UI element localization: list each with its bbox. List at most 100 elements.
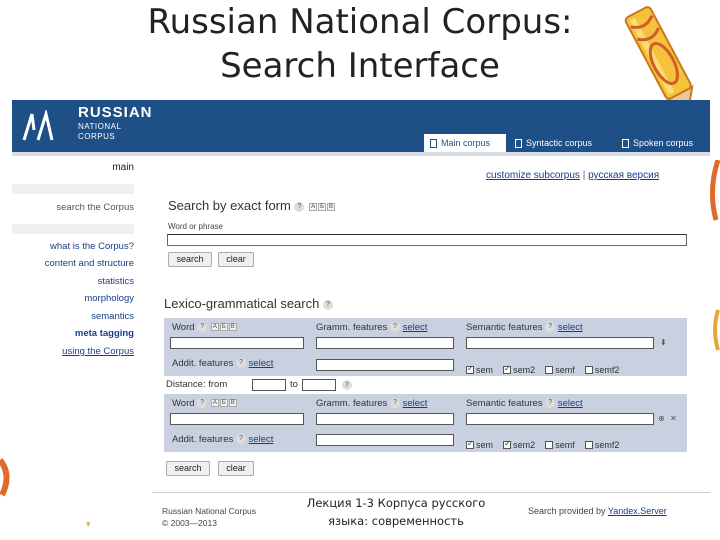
keyboard-key[interactable]: В	[228, 399, 237, 408]
sidebar-item-statistics[interactable]: statistics	[12, 276, 134, 287]
checkbox-sem[interactable]	[466, 364, 474, 374]
gramm-features-input[interactable]	[316, 413, 454, 425]
down-arrow-icon[interactable]: ⬇	[660, 338, 667, 347]
semantic-features-input[interactable]	[466, 413, 654, 425]
distance-to-input[interactable]	[302, 379, 336, 391]
tab-label: Main corpus	[441, 138, 491, 148]
remove-icon[interactable]: ✕	[670, 414, 677, 423]
lecture-caption-line1: Лекция 1-3 Корпуса русского	[306, 496, 486, 510]
tab-syntactic-corpus[interactable]: Syntactic corpus	[509, 134, 614, 152]
footer-divider	[152, 492, 710, 493]
help-icon[interactable]: ?	[235, 434, 246, 445]
pencil-decoration-icon	[624, 6, 694, 109]
checkbox-semf2[interactable]	[584, 365, 593, 374]
word-input[interactable]	[170, 337, 304, 349]
help-icon[interactable]: ?	[235, 358, 246, 369]
gramm-features-label: Gramm. features ? select	[316, 398, 428, 409]
footer-name: Russian National Corpus	[162, 506, 257, 516]
help-icon[interactable]: ?	[389, 398, 400, 409]
sidebar-item-semantics[interactable]: semantics	[12, 311, 134, 322]
keyboard-key[interactable]: В	[228, 323, 237, 332]
tab-spoken-corpus[interactable]: Spoken corpus	[616, 134, 710, 152]
customize-subcorpus-link[interactable]: customize subcorpus	[486, 170, 580, 181]
help-icon[interactable]: ?	[197, 398, 208, 409]
yandex-server-link[interactable]: Yandex.Server	[608, 506, 667, 516]
word-label: Word ? АБВ	[172, 398, 237, 409]
sidebar-divider	[12, 224, 134, 234]
checkbox-sem2[interactable]	[503, 439, 512, 449]
sidebar-item-meta-tagging[interactable]: meta tagging	[12, 328, 134, 339]
addit-features-input[interactable]	[316, 359, 454, 371]
word-label: Word ? АБВ	[172, 322, 237, 333]
gramm-select-link[interactable]: select	[403, 398, 428, 409]
exact-search-heading: Search by exact form ? АБВ	[168, 198, 336, 213]
bullet-icon: ▾	[86, 520, 91, 530]
sidebar-item-morphology[interactable]: morphology	[12, 293, 134, 304]
checkbox-semf[interactable]	[545, 365, 554, 374]
exact-search-button[interactable]: search	[168, 252, 212, 267]
gramm-select-link[interactable]: select	[403, 322, 428, 333]
footer-search-provider: Search provided by Yandex.Server	[528, 506, 667, 516]
document-icon	[622, 138, 629, 148]
sidebar-item-content[interactable]: content and structure	[12, 258, 134, 269]
lecture-caption-line2: языка: современность	[328, 514, 464, 528]
gramm-features-label: Gramm. features ? select	[316, 322, 428, 333]
help-icon[interactable]: ?	[197, 322, 208, 333]
keyboard-key[interactable]: А	[309, 202, 318, 211]
link-separator: |	[582, 170, 586, 181]
checkbox-sem2[interactable]	[503, 364, 512, 374]
help-icon[interactable]: ?	[389, 322, 400, 333]
exact-clear-button[interactable]: clear	[218, 252, 254, 267]
semantic-select-link[interactable]: select	[558, 398, 583, 409]
document-icon	[430, 138, 437, 148]
lexgram-addit1-block: Addit. features ? select sem sem2 semf s…	[164, 356, 687, 376]
checkbox-semf[interactable]	[545, 440, 554, 449]
word-or-phrase-input[interactable]	[167, 234, 687, 246]
tab-label: Spoken corpus	[633, 138, 694, 148]
brand-line2: NATIONAL	[78, 122, 122, 131]
semantic-select-link[interactable]: select	[558, 322, 583, 333]
distance-from-input[interactable]	[252, 379, 286, 391]
keyboard-key[interactable]: Б	[219, 323, 228, 332]
addit-features-input[interactable]	[316, 434, 454, 446]
sidebar-item-what-is[interactable]: what is the Corpus?	[12, 241, 134, 252]
tab-main-corpus[interactable]: Main corpus	[424, 134, 506, 152]
word-input[interactable]	[170, 413, 304, 425]
keyboard-key[interactable]: В	[327, 202, 336, 211]
addit-select-link[interactable]: select	[249, 358, 274, 369]
addit-select-link[interactable]: select	[249, 434, 274, 445]
distance-row: Distance: from to ?	[164, 376, 687, 394]
checkbox-sem[interactable]	[466, 439, 474, 449]
addit-features-label: Addit. features ? select	[172, 434, 274, 445]
checkbox-semf2[interactable]	[584, 440, 593, 449]
keyboard-key[interactable]: Б	[318, 202, 327, 211]
brand-line3: CORPUS	[78, 132, 116, 141]
help-icon[interactable]: ?	[294, 201, 305, 212]
sidebar-search-link[interactable]: search the Corpus	[12, 202, 134, 213]
subcorpus-links: customize subcorpus | русская версия	[486, 170, 659, 181]
keyboard-key[interactable]: А	[210, 323, 219, 332]
lexgram-clear-button[interactable]: clear	[218, 461, 254, 476]
help-icon[interactable]: ?	[342, 380, 352, 390]
add-icon[interactable]: ⊕	[658, 414, 665, 423]
word-or-phrase-label: Word or phrase	[168, 222, 223, 231]
sidebar-divider	[12, 184, 134, 194]
semantic-features-label: Semantic features ? select	[466, 322, 583, 333]
help-icon[interactable]: ?	[545, 398, 556, 409]
gramm-features-input[interactable]	[316, 337, 454, 349]
semantic-features-input[interactable]	[466, 337, 654, 349]
lexgram-search-button[interactable]: search	[166, 461, 210, 476]
help-icon[interactable]: ?	[322, 299, 333, 310]
lecture-caption: Лекция 1-3 Корпуса русского языка: совре…	[296, 494, 496, 530]
keyboard-key[interactable]: Б	[219, 399, 228, 408]
header-banner: RUSSIAN NATIONAL CORPUS Main corpus Synt…	[12, 100, 710, 152]
semantic-features-label: Semantic features ? select	[466, 398, 583, 409]
sidebar-item-using[interactable]: using the Corpus	[12, 346, 134, 357]
russian-version-link[interactable]: русская версия	[588, 170, 659, 181]
sidebar-main-link[interactable]: main	[12, 162, 134, 173]
addit-features-label: Addit. features ? select	[172, 358, 274, 369]
keyboard-key[interactable]: А	[210, 399, 219, 408]
lexgram-heading: Lexico-grammatical search ?	[164, 296, 333, 311]
help-icon[interactable]: ?	[545, 322, 556, 333]
footer-copyright: © 2003—2013	[162, 518, 217, 528]
